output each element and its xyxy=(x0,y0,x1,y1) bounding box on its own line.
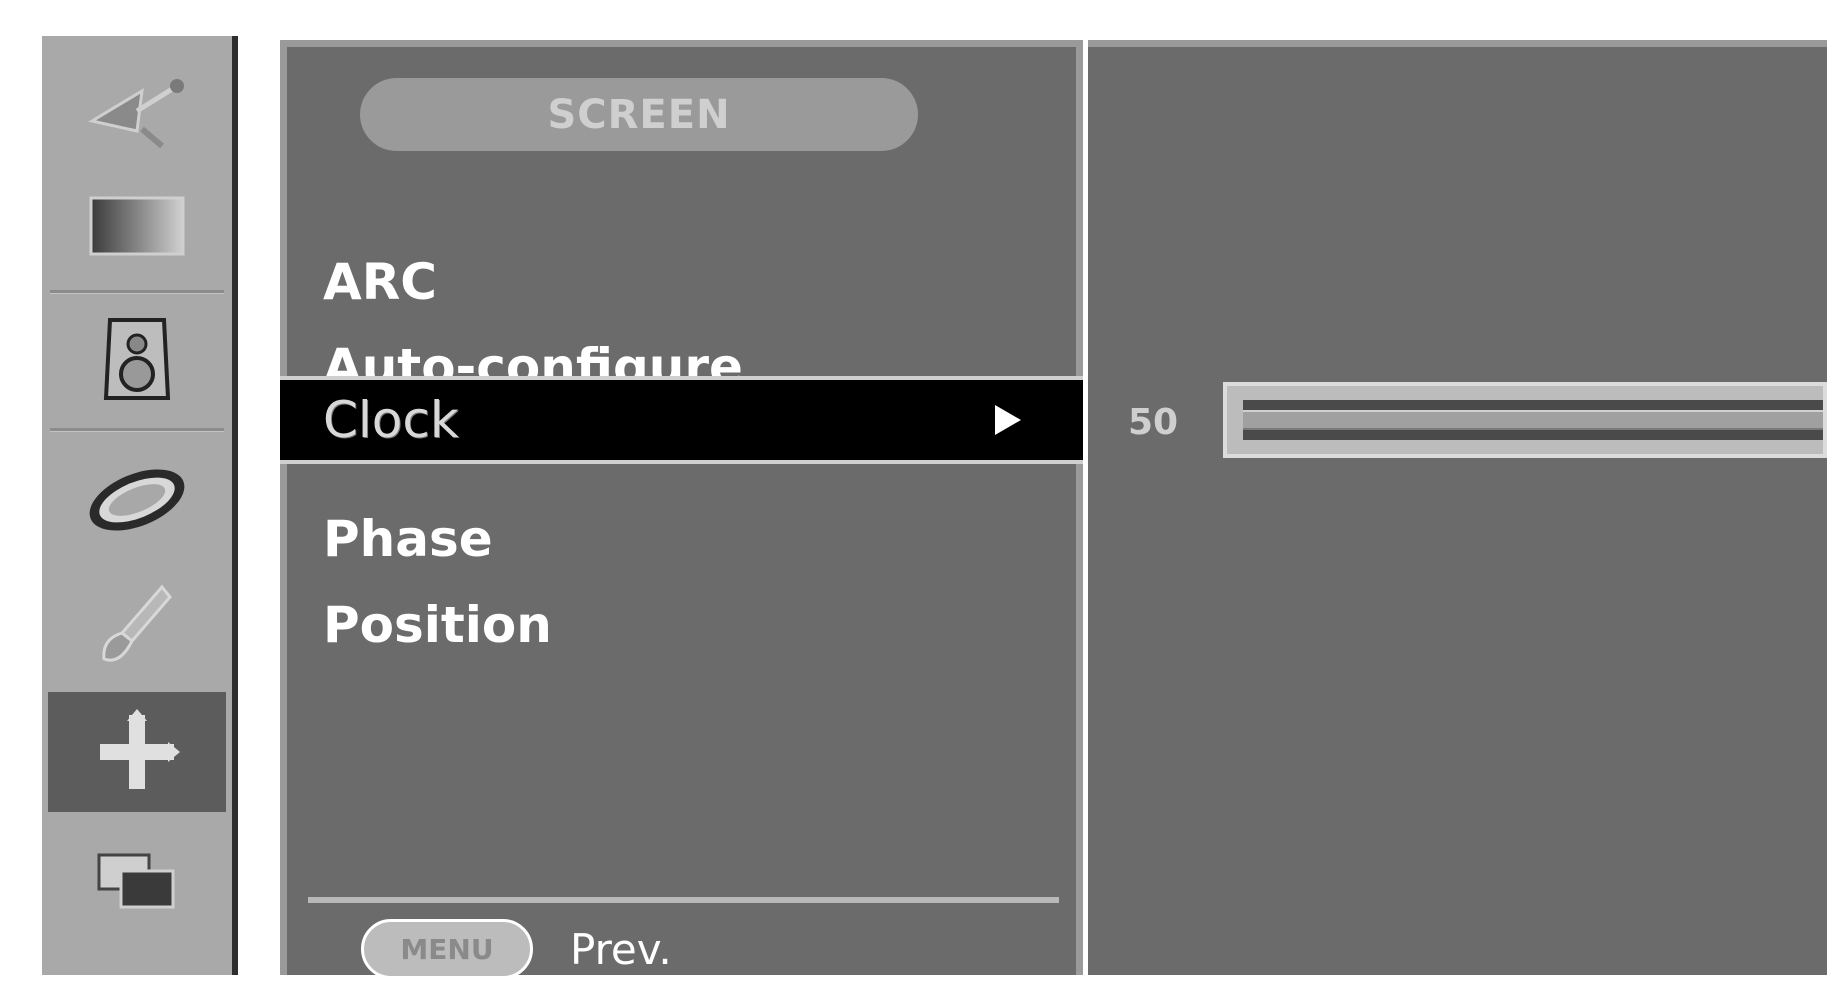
prev-label: Prev. xyxy=(570,924,672,974)
rail-item-picture[interactable] xyxy=(42,176,232,276)
slider-fill xyxy=(1243,410,1823,430)
clock-value: 50 xyxy=(1128,401,1179,443)
time-clock-icon xyxy=(89,468,185,531)
clock-slider[interactable] xyxy=(1223,382,1827,458)
menu-item-phase[interactable]: Phase xyxy=(287,499,1076,579)
menu-item-arc[interactable]: ARC xyxy=(287,242,1076,322)
menu-item-position[interactable]: Position xyxy=(287,585,1076,665)
rail-divider xyxy=(50,428,224,432)
rail-item-option[interactable] xyxy=(42,566,232,681)
menu-panel: SCREEN ARC Auto-configure Clock Phase Po… xyxy=(280,40,1083,979)
menu-item-label: ARC xyxy=(323,253,437,311)
menu-item-label: Position xyxy=(323,596,552,654)
rail-item-sound[interactable] xyxy=(42,304,232,414)
pip-icon xyxy=(97,853,175,909)
footer-divider xyxy=(308,897,1059,903)
slider-track xyxy=(1243,400,1823,440)
adjust-panel: 50 xyxy=(1088,40,1827,975)
menu-key-button[interactable]: MENU xyxy=(361,919,533,979)
option-wrench-icon xyxy=(102,584,172,662)
rail-divider xyxy=(50,290,224,294)
screen-move-icon xyxy=(100,709,180,789)
menu-item-clock[interactable]: Clock xyxy=(280,376,1083,464)
rail-item-screen[interactable] xyxy=(48,692,226,812)
menu-item-label: Phase xyxy=(323,510,493,568)
menu-item-label: Clock xyxy=(323,391,459,449)
menu-category-rail xyxy=(42,36,238,975)
submenu-arrow-icon xyxy=(995,405,1021,435)
rail-item-pip[interactable] xyxy=(42,826,232,936)
picture-icon xyxy=(89,196,185,256)
satellite-dish-icon xyxy=(88,79,184,149)
sound-speaker-icon xyxy=(103,318,171,400)
tv-osd-screen: SCREEN ARC Auto-configure Clock Phase Po… xyxy=(0,0,1827,979)
rail-item-station[interactable] xyxy=(42,56,232,166)
menu-title: SCREEN xyxy=(360,78,918,151)
rail-item-time[interactable] xyxy=(42,442,232,557)
